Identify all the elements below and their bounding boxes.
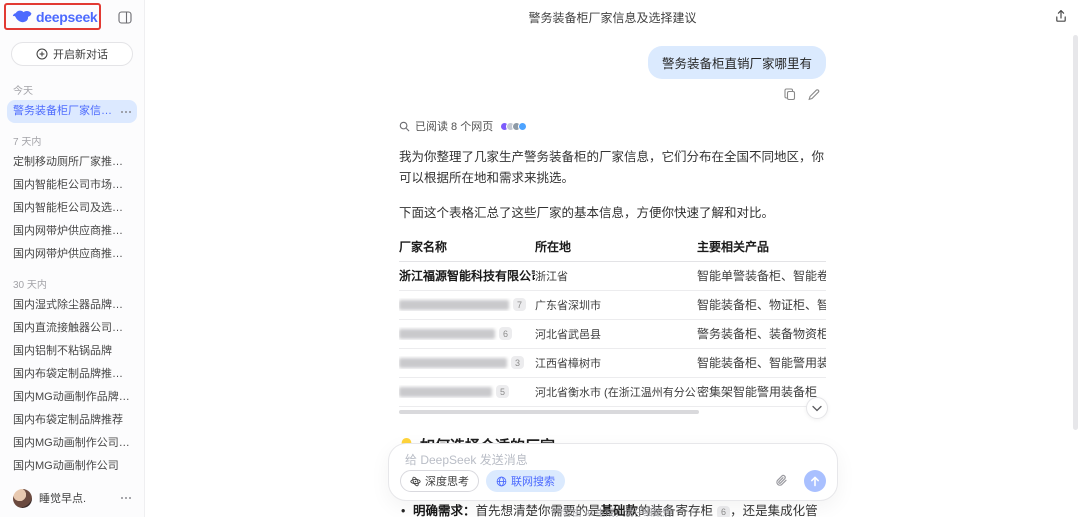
ai-disclaimer: 内容由 AI 生成，请仔细甄别 [145,505,1080,517]
history-item[interactable]: 国内布袋定制品牌推荐 [7,409,137,432]
message-actions [399,88,826,101]
message-input[interactable] [405,453,821,467]
history-section-label: 今天 [13,82,131,97]
assistant-paragraph: 下面这个表格汇总了这些厂家的基本信息，方便你快速了解和对比。 [399,203,826,224]
chat-history: 今天 警务装备柜厂家信息及选择建… 7 天内 定制移动厕所厂家推荐及选择建议 国… [0,70,144,479]
history-item[interactable]: 国内湿式除尘器品牌推荐 [7,294,137,317]
redacted-company-name [399,387,492,397]
deep-think-toggle[interactable]: 深度思考 [400,470,479,492]
history-item-current[interactable]: 警务装备柜厂家信息及选择建… [7,100,137,123]
avatar [13,489,32,508]
table-row: 5 河北省衡水市 (在浙江温州有分公司) 密集架智能警用装备柜 [399,378,826,407]
history-section-label: 30 天内 [13,276,131,291]
table-row: 3 江西省樟树市 智能装备柜、智能警用装备柜等 [399,349,826,378]
web-search-toggle[interactable]: 联网搜索 [486,470,565,492]
table-header-row: 厂家名称 所在地 主要相关产品 [399,233,826,262]
history-item[interactable]: 国内智能柜公司市场概况 [7,174,137,197]
table-row: 7 广东省深圳市 智能装备柜、物证柜、智能储物柜等 [399,291,826,320]
globe-icon [496,476,507,487]
main-header: 警务装备柜厂家信息及选择建议 [145,0,1080,30]
paperclip-icon[interactable] [775,474,788,488]
source-favicons [500,122,527,131]
profile-menu-icon[interactable] [121,497,131,499]
sidebar: deepseek 开启新对话 今天 警务装备柜厂家信息及选择建… 7 天内 定制… [0,0,145,517]
web-search-label: 联网搜索 [511,473,555,489]
history-item[interactable]: 国内智能柜公司及选择指南 [7,197,137,220]
deepseek-logo[interactable]: deepseek [12,9,97,25]
deep-think-label: 深度思考 [425,473,469,489]
history-item[interactable]: 国内MG动画制作公司 [7,455,137,478]
send-button[interactable] [804,470,826,492]
table-row: 浙江福源智能科技有限公司1 浙江省 智能单警装备柜、智能卷宗柜、物证柜 [399,262,826,291]
message-composer: 深度思考 联网搜索 [388,443,838,501]
history-item[interactable]: 国内布袋定制品牌推荐及选择指南 [7,363,137,386]
search-icon [399,121,410,132]
read-status-text: 已阅读 8 个网页 [415,118,493,134]
chevron-down-icon [812,405,822,412]
citation-badge[interactable]: 5 [496,385,509,398]
sidebar-header: deepseek [0,0,144,34]
web-read-status[interactable]: 已阅读 8 个网页 [399,118,826,134]
share-icon[interactable] [1054,9,1068,23]
redacted-company-name [399,358,507,368]
user-message-bubble: 警务装备柜直销厂家哪里有 [648,46,826,79]
citation-badge[interactable]: 7 [513,298,526,311]
deep-think-icon [410,476,421,487]
user-profile[interactable]: 睡觉早点. [0,479,144,517]
history-section-label: 7 天内 [13,133,131,148]
scroll-to-bottom-button[interactable] [806,397,828,419]
deepseek-app: deepseek 开启新对话 今天 警务装备柜厂家信息及选择建… 7 天内 定制… [0,0,1080,517]
logo-wordmark: deepseek [36,9,97,25]
redacted-company-name [399,300,509,310]
whale-logo-icon [12,10,32,25]
history-item[interactable]: 国内铝制不粘锅品牌 [7,340,137,363]
history-item[interactable]: 定制移动厕所厂家推荐及选择建议 [7,151,137,174]
profile-name: 睡觉早点. [39,490,110,506]
sidebar-collapse-icon[interactable] [118,11,132,24]
manufacturer-table: 厂家名称 所在地 主要相关产品 浙江福源智能科技有限公司1 浙江省 智能单警装备… [399,233,826,407]
page-title: 警务装备柜厂家信息及选择建议 [145,9,1080,26]
history-item[interactable]: 国内MG动画制作品牌推荐 [7,386,137,409]
citation-badge[interactable]: 3 [511,356,524,369]
edit-icon[interactable] [808,88,820,101]
citation-badge[interactable]: 6 [499,327,512,340]
new-chat-label: 开启新对话 [53,46,108,62]
history-item[interactable]: 国内网带炉供应商推荐及选择指南 [7,243,137,266]
redacted-company-name [399,329,495,339]
plus-circle-icon [36,48,48,60]
new-chat-button[interactable]: 开启新对话 [11,42,133,66]
history-item[interactable]: 国内网带炉供应商推荐及选择指南 [7,220,137,243]
table-row: 6 河北省武邑县 警务装备柜、装备物资柜等 [399,320,826,349]
table-horizontal-scrollbar[interactable] [399,410,699,414]
history-item[interactable]: 国内直流接触器公司推荐与选择… [7,317,137,340]
history-item[interactable]: 国内MG动画制作公司推荐 [7,432,137,455]
assistant-paragraph: 我为你整理了几家生产警务装备柜的厂家信息，它们分布在全国不同地区，你可以根据所在… [399,147,826,190]
item-menu-icon[interactable] [121,111,131,113]
copy-icon[interactable] [784,88,796,101]
vertical-scrollbar[interactable] [1073,35,1078,430]
